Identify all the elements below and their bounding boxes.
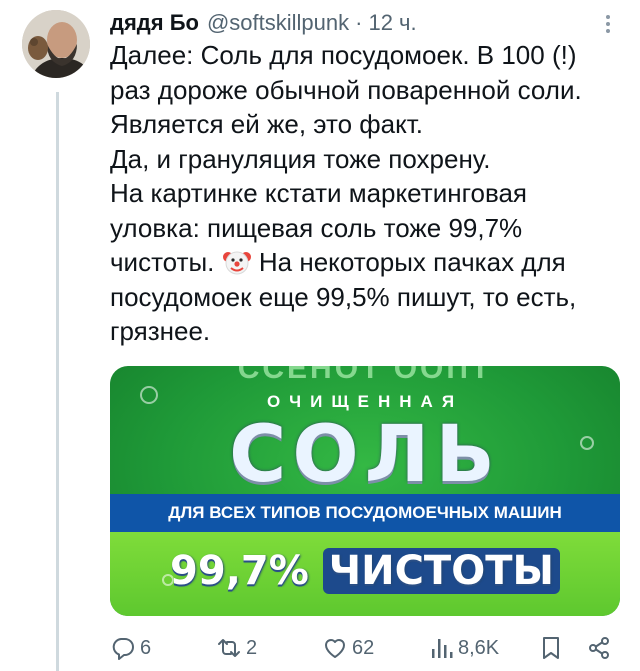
text-line: уловка: пищевая соль тоже 99,7%	[110, 212, 523, 243]
media-top-text: ССЕНОТ ООПТ	[237, 366, 493, 385]
retweet-button[interactable]: 2	[216, 635, 257, 661]
share-icon	[589, 637, 609, 659]
share-button[interactable]	[586, 635, 612, 661]
avatar[interactable]	[22, 10, 90, 78]
reply-count: 6	[140, 636, 152, 659]
media-subtitle: ОЧИЩЕННАЯ	[266, 392, 464, 411]
avatar-image	[22, 10, 90, 78]
bookmark-icon	[543, 637, 559, 659]
timestamp[interactable]: 12 ч.	[368, 10, 416, 36]
thread-line	[56, 92, 59, 671]
tweet-text: Далее: Соль для посудомоек. В 100 (!) ра…	[110, 38, 620, 349]
more-options-icon[interactable]	[596, 10, 620, 38]
text-line: грязнее.	[110, 316, 211, 346]
media-purity-number: 99,7%	[170, 548, 309, 594]
text-line: Далее: Соль для посудомоек. В 100 (!)	[110, 40, 577, 70]
heart-icon	[325, 639, 345, 658]
media-band-text: ДЛЯ ВСЕХ ТИПОВ ПОСУДОМОЕЧНЫХ МАШИН	[110, 494, 620, 532]
tweet-header: дядя Бо @softskillpunk · 12 ч.	[110, 8, 620, 38]
retweet-icon	[218, 639, 240, 657]
views-bar-chart-icon	[432, 639, 453, 658]
text-line: раз дороже обычной поваренной соли.	[110, 74, 582, 105]
reply-icon	[112, 638, 134, 660]
text-fragment: На некоторых пачках для	[258, 247, 566, 277]
tweet-media-image[interactable]: ССЕНОТ ООПТ ОЧИЩЕННАЯ СОЛЬ ДЛЯ ВСЕХ ТИПО…	[110, 366, 620, 616]
reply-button[interactable]: 6	[110, 635, 151, 661]
clown-face-icon	[222, 251, 251, 275]
media-purity-word: ЧИСТОТЫ	[322, 548, 560, 594]
text-line: чистоты. На некоторых пачках для	[110, 245, 620, 280]
bookmark-button[interactable]	[538, 635, 564, 661]
text-fragment: чистоты.	[110, 247, 215, 277]
text-line: посудомоек еще 99,5% пишут, то есть,	[110, 281, 577, 312]
views-count: 8,6K	[458, 636, 500, 659]
media-title: СОЛЬ	[229, 410, 501, 500]
user-handle[interactable]: @softskillpunk	[207, 10, 349, 36]
like-button[interactable]: 62	[322, 635, 374, 661]
text-line: На картинке кстати маркетинговая	[110, 178, 528, 208]
media-purity: 99,7% ЧИСТОТЫ	[110, 548, 620, 594]
text-line: Является ей же, это факт.	[110, 109, 424, 139]
dot-separator: ·	[355, 10, 363, 35]
views-button[interactable]: 8,6K	[428, 635, 499, 661]
retweet-count: 2	[246, 636, 258, 659]
text-line: Да, и грануляция тоже похрену.	[110, 143, 491, 174]
display-name[interactable]: дядя Бо	[110, 10, 199, 36]
like-count: 62	[352, 636, 375, 659]
tweet-actions: 6 2 62 8,6K	[110, 631, 620, 665]
